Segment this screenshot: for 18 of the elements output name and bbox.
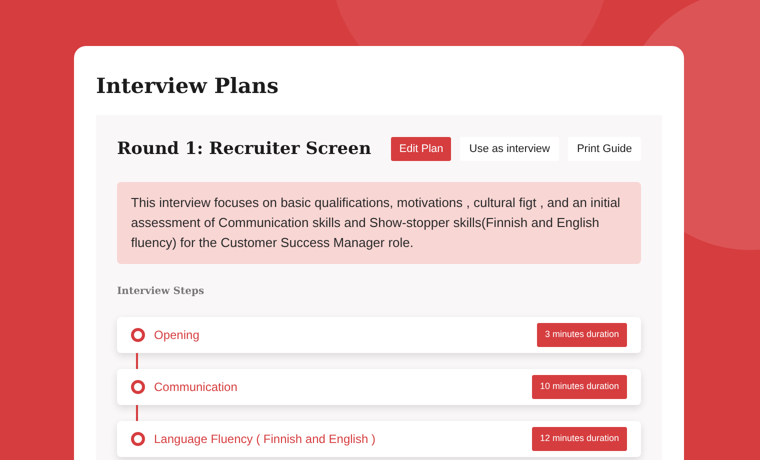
action-button[interactable]: Edit Plan [391, 137, 452, 162]
step-card[interactable]: Language Fluency ( Finnish and English ) 12 minutes duration [117, 421, 641, 457]
step-name: Opening [154, 327, 200, 344]
page-title: Interview Plans [96, 72, 280, 100]
duration-badge: 10 minutes duration [532, 375, 627, 399]
steps-heading: Interview Steps [117, 285, 206, 299]
round-title: Round 1: Recruiter Screen [117, 138, 372, 160]
duration-badge: 12 minutes duration [532, 427, 627, 451]
step-name: Language Fluency ( Finnish and English ) [154, 431, 376, 448]
duration-badge: 3 minutes duration [536, 323, 627, 347]
step-name: Communication [154, 379, 238, 396]
step-card[interactable]: Communication 10 minutes duration [117, 369, 641, 405]
action-button[interactable]: Use as interview [460, 137, 559, 162]
timeline-connector [136, 405, 138, 421]
timeline-connector [136, 353, 138, 369]
action-button[interactable]: Print Guide [568, 137, 641, 162]
step-card[interactable]: Opening 3 minutes duration [117, 317, 641, 353]
plan-description: This interview focuses on basic qualifications, motivations , cultural figt , and an initial assessment of Communication skills and Show-stopper skills(Finnish and English fluency) for the Customer Success Manager role. [117, 182, 641, 264]
